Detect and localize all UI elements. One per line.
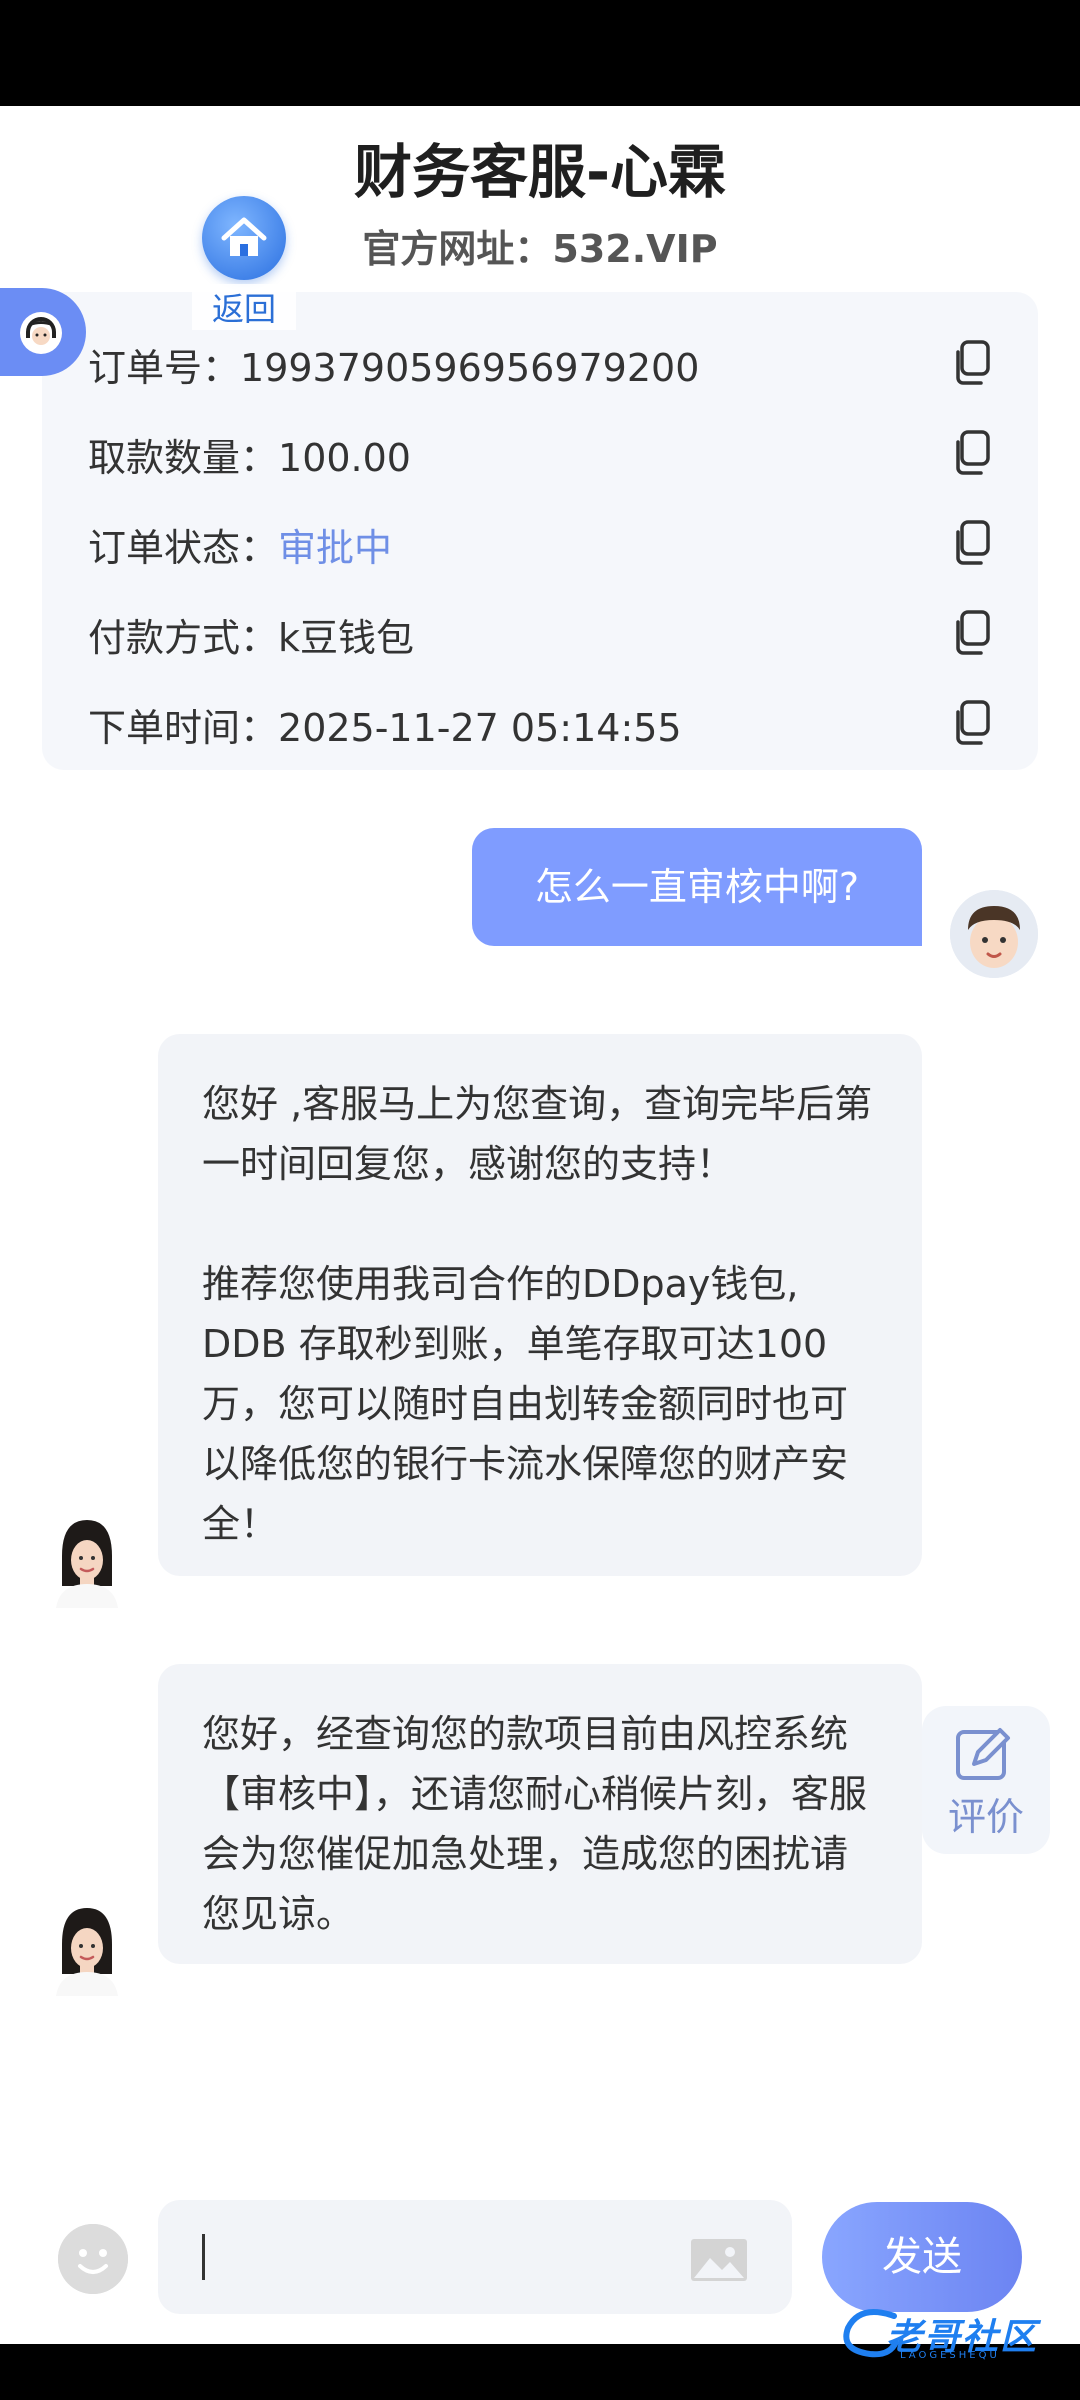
- agent-message-text: 您好，经查询您的款项目前由风控系统【审核中】，还请您耐心稍候片刻，客服会为您催促…: [202, 1712, 868, 1936]
- emoji-button[interactable]: [58, 2224, 128, 2294]
- official-url: 官方网址：532.VIP: [362, 227, 718, 271]
- agent-message-text: 您好 ,客服马上为您查询，查询完毕后第一时间回复您，感谢您的支持！: [202, 1082, 873, 1186]
- rate-label: 评价: [947, 1795, 1024, 1839]
- copy-icon[interactable]: [952, 430, 992, 476]
- agent-message-text: 推荐您使用我司合作的DDpay钱包, DDB 存取秒到账，单笔存取可达100万，…: [202, 1262, 849, 1546]
- order-info-card: 订单号：1993790596956979200 取款数量：100.00 订单状态…: [42, 292, 1038, 770]
- order-time-row: 下单时间：2025-11-27 05:14:55: [88, 698, 682, 758]
- watermark-logo: 老哥社区 LAOGESHEQU: [840, 2302, 1080, 2366]
- agent-message-bubble: 您好，经查询您的款项目前由风控系统【审核中】，还请您耐心稍候片刻，客服会为您催促…: [158, 1664, 922, 1964]
- payment-method-row: 付款方式：k豆钱包: [88, 608, 414, 668]
- page-title: 财务客服-心霖: [353, 138, 727, 206]
- copy-icon[interactable]: [952, 340, 992, 386]
- smiley-icon: [58, 2224, 128, 2294]
- back-button[interactable]: 返回: [192, 196, 296, 330]
- order-status-row: 订单状态：审批中: [88, 518, 392, 578]
- edit-icon: [956, 1728, 1010, 1780]
- side-service-tab[interactable]: [0, 288, 86, 376]
- order-number-label: 订单号：: [88, 346, 241, 390]
- message-input[interactable]: [158, 2200, 792, 2314]
- order-number-value: 1993790596956979200: [240, 346, 700, 390]
- agent-message-bubble: 您好 ,客服马上为您查询，查询完毕后第一时间回复您，感谢您的支持！ 推荐您使用我…: [158, 1034, 922, 1576]
- copy-icon[interactable]: [952, 700, 992, 746]
- back-label: 返回: [192, 284, 296, 330]
- image-icon[interactable]: [690, 2238, 748, 2282]
- withdraw-amount-value: 100.00: [278, 436, 411, 480]
- agent-avatar: [52, 1516, 122, 1608]
- payment-method-label: 付款方式：: [88, 616, 279, 660]
- order-number-row: 订单号：1993790596956979200: [88, 338, 699, 398]
- text-caret: [202, 2234, 205, 2280]
- agent-avatar-icon: [20, 312, 62, 354]
- send-button[interactable]: 发送: [822, 2202, 1022, 2312]
- order-time-label: 下单时间：: [88, 706, 279, 750]
- payment-method-value: k豆钱包: [278, 616, 415, 660]
- order-time-value: 2025-11-27 05:14:55: [278, 706, 682, 750]
- agent-avatar: [52, 1904, 122, 1996]
- copy-icon[interactable]: [952, 520, 992, 566]
- status-bar: [0, 0, 1080, 106]
- home-icon: [202, 196, 286, 280]
- user-message-bubble: 怎么一直审核中啊?: [472, 828, 922, 946]
- withdraw-amount-row: 取款数量：100.00: [88, 428, 411, 488]
- user-avatar: [950, 890, 1038, 978]
- order-status-value: 审批中: [278, 526, 393, 570]
- order-status-label: 订单状态：: [88, 526, 279, 570]
- rate-button[interactable]: 评价: [922, 1706, 1050, 1854]
- watermark-subtext: LAOGESHEQU: [900, 2350, 1000, 2361]
- copy-icon[interactable]: [952, 610, 992, 656]
- withdraw-amount-label: 取款数量：: [88, 436, 279, 480]
